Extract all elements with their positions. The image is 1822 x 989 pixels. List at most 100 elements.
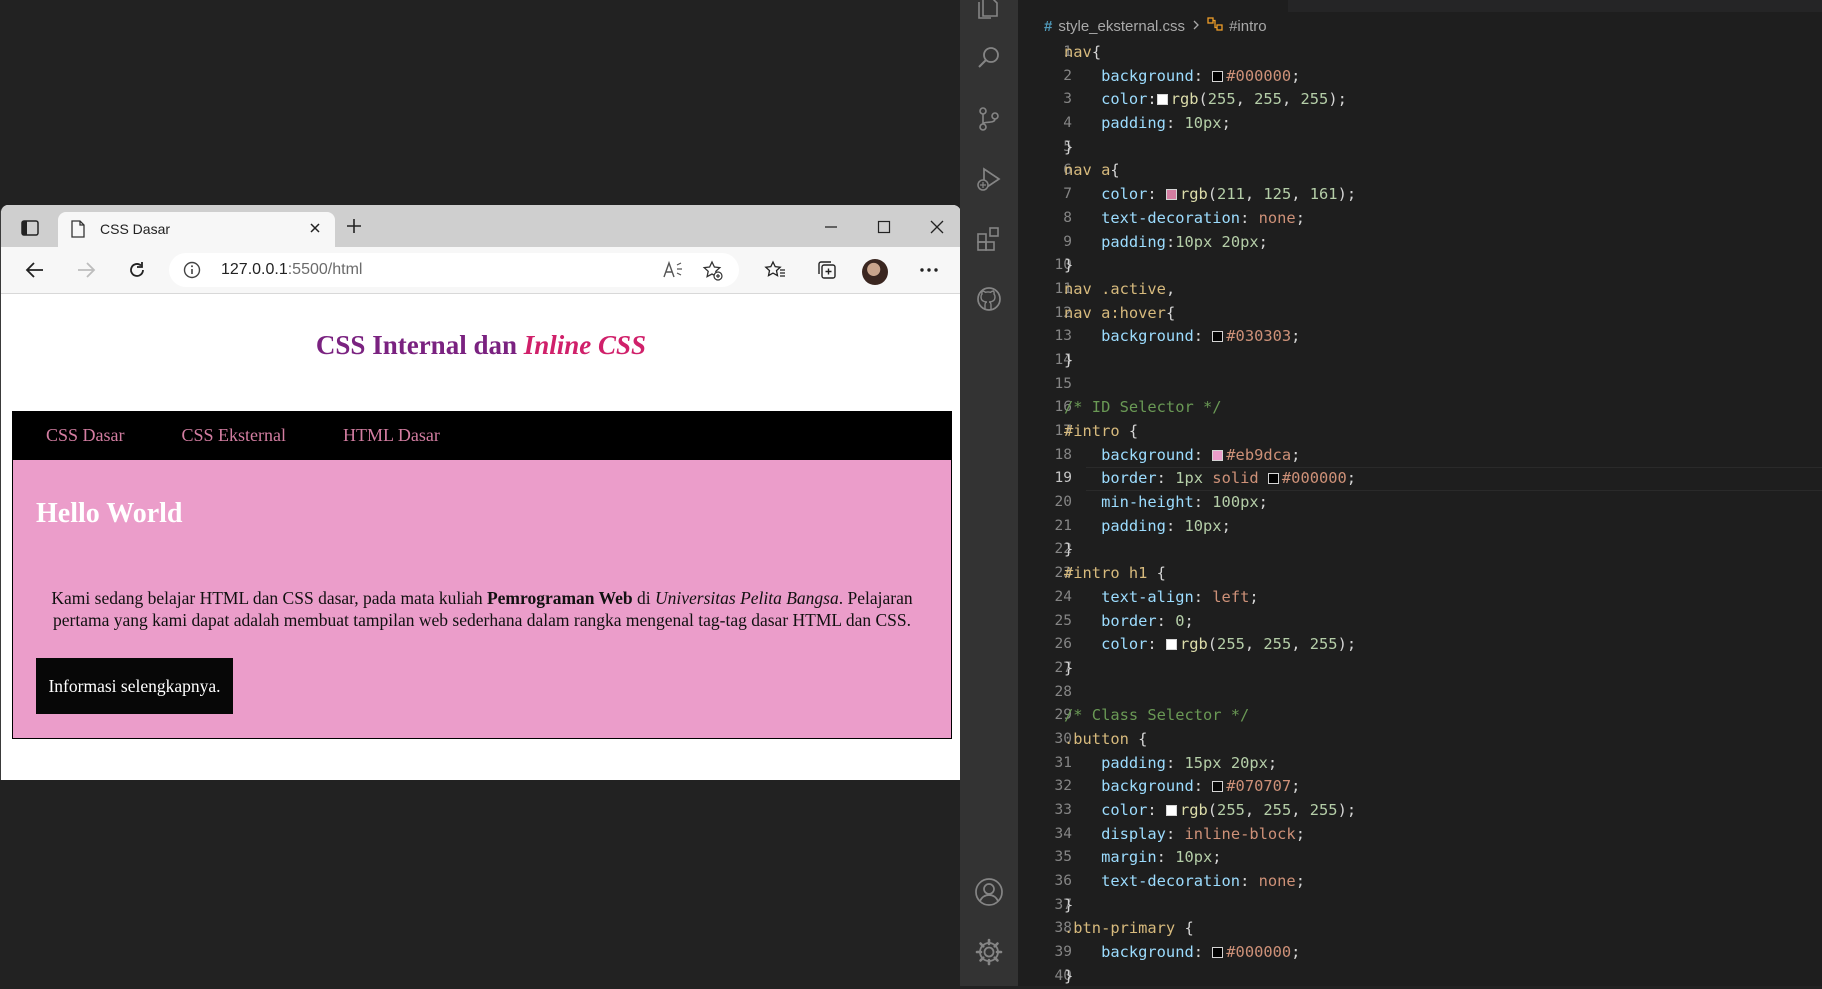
line-text: padding: 15px 20px; bbox=[1064, 752, 1277, 776]
maximize-icon[interactable] bbox=[869, 215, 899, 239]
code-line[interactable]: 1 nav{ bbox=[1018, 41, 1822, 65]
code-line[interactable]: 33 color: rgb(255, 255, 255); bbox=[1018, 799, 1822, 823]
code-token: ); bbox=[1328, 90, 1347, 109]
code-line[interactable]: 18 background: #eb9dca; bbox=[1018, 444, 1822, 468]
heading-text: CSS Internal dan bbox=[315, 330, 524, 360]
refresh-icon[interactable] bbox=[123, 257, 151, 283]
code-line[interactable]: 25 border: 0; bbox=[1018, 610, 1822, 634]
info-icon[interactable] bbox=[183, 261, 201, 283]
forward-icon[interactable] bbox=[72, 257, 100, 283]
favorites-icon[interactable] bbox=[761, 257, 789, 283]
code-line[interactable]: 19 border: 1px solid #000000; bbox=[1018, 467, 1822, 492]
code-line[interactable]: 30 .button { bbox=[1018, 728, 1822, 752]
code-token: #070707 bbox=[1226, 777, 1292, 796]
symbol-icon bbox=[1207, 16, 1223, 36]
run-debug-icon[interactable] bbox=[971, 161, 1007, 197]
color-swatch[interactable] bbox=[1165, 639, 1177, 651]
code-line[interactable]: 7 color: rgb(211, 125, 161); bbox=[1018, 183, 1822, 207]
code-token: #000000 bbox=[1281, 469, 1347, 488]
new-tab-icon[interactable] bbox=[345, 217, 363, 239]
code-line[interactable]: 34 display: inline-block; bbox=[1018, 823, 1822, 847]
code-line[interactable]: 23 #intro h1 { bbox=[1018, 562, 1822, 586]
code-line[interactable]: 21 padding: 10px; bbox=[1018, 515, 1822, 539]
line-text: #intro h1 { bbox=[1064, 562, 1166, 586]
code-line[interactable]: 38 .btn-primary { bbox=[1018, 917, 1822, 941]
code-line[interactable]: 28 bbox=[1018, 681, 1822, 705]
minimize-icon[interactable] bbox=[816, 215, 846, 239]
code-line[interactable]: 14} bbox=[1018, 349, 1822, 373]
collections-icon[interactable] bbox=[813, 257, 841, 283]
color-swatch[interactable] bbox=[1212, 947, 1224, 959]
breadcrumb-file[interactable]: style_eksternal.css bbox=[1058, 18, 1185, 35]
code-line[interactable]: 13 background: #030303; bbox=[1018, 325, 1822, 349]
code-line[interactable]: 15 bbox=[1018, 373, 1822, 397]
code-line[interactable]: 36 text-decoration: none; bbox=[1018, 870, 1822, 894]
code-line[interactable]: 5} bbox=[1018, 136, 1822, 160]
code-token: } bbox=[1064, 658, 1074, 677]
code-line[interactable]: 16/* ID Selector */ bbox=[1018, 396, 1822, 420]
code-line[interactable]: 31 padding: 15px 20px; bbox=[1018, 752, 1822, 776]
source-control-icon[interactable] bbox=[971, 101, 1007, 137]
read-aloud-icon[interactable] bbox=[662, 260, 684, 284]
line-text: background: #000000; bbox=[1064, 941, 1300, 965]
settings-gear-icon[interactable] bbox=[971, 934, 1007, 970]
active-editor-tab[interactable] bbox=[1018, 0, 1288, 12]
code-line[interactable]: 32 background: #070707; bbox=[1018, 775, 1822, 799]
code-token: } bbox=[1064, 256, 1074, 275]
github-icon[interactable] bbox=[971, 281, 1007, 317]
code-line[interactable]: 24 text-align: left; bbox=[1018, 586, 1822, 610]
code-line[interactable]: 2 background: #000000; bbox=[1018, 65, 1822, 89]
color-swatch[interactable] bbox=[1212, 781, 1224, 793]
color-swatch[interactable] bbox=[1212, 70, 1224, 82]
nav-link-css-dasar[interactable]: CSS Dasar bbox=[23, 425, 148, 446]
code-line[interactable]: 10} bbox=[1018, 254, 1822, 278]
code-line[interactable]: 8 text-decoration: none; bbox=[1018, 207, 1822, 231]
more-options-icon[interactable] bbox=[915, 257, 943, 283]
code-line[interactable]: 9 padding:10px 20px; bbox=[1018, 231, 1822, 255]
profile-avatar[interactable] bbox=[862, 259, 888, 285]
code-token: border bbox=[1064, 611, 1157, 630]
tab-actions-icon[interactable] bbox=[15, 215, 45, 241]
code-line[interactable]: 12 nav a:hover{ bbox=[1018, 302, 1822, 326]
explorer-icon[interactable] bbox=[971, 0, 1007, 26]
code-line[interactable]: 20 min-height: 100px; bbox=[1018, 491, 1822, 515]
code-line[interactable]: 29/* Class Selector */ bbox=[1018, 704, 1822, 728]
tab-close-icon[interactable] bbox=[307, 220, 323, 240]
color-swatch[interactable] bbox=[1212, 331, 1224, 343]
tab-css-dasar[interactable]: CSS Dasar bbox=[58, 212, 335, 247]
color-swatch[interactable] bbox=[1165, 805, 1177, 816]
extensions-icon[interactable] bbox=[971, 221, 1007, 257]
color-swatch[interactable] bbox=[1156, 94, 1168, 106]
code-token: ( bbox=[1207, 185, 1218, 204]
account-icon[interactable] bbox=[971, 874, 1007, 910]
vscode-window: # style_eksternal.css #intro 1 nav{2 back… bbox=[960, 0, 1822, 986]
back-icon[interactable] bbox=[21, 257, 49, 283]
code-token: 255 bbox=[1217, 635, 1245, 654]
code-line[interactable]: 6 nav a{ bbox=[1018, 159, 1822, 183]
code-editor[interactable]: 1 nav{2 background: #000000; 3 color: rgb(2… bbox=[1018, 41, 1822, 989]
code-line[interactable]: 39 background: #000000; bbox=[1018, 941, 1822, 965]
code-token: color bbox=[1064, 185, 1148, 204]
code-line[interactable]: 26 color: rgb(255, 255, 255); bbox=[1018, 633, 1822, 657]
color-swatch[interactable] bbox=[1267, 473, 1279, 485]
search-icon[interactable] bbox=[971, 40, 1007, 76]
close-window-icon[interactable] bbox=[922, 215, 952, 239]
color-swatch[interactable] bbox=[1212, 449, 1224, 461]
more-info-button[interactable]: Informasi selengkapnya. bbox=[36, 658, 233, 714]
breadcrumb-symbol[interactable]: #intro bbox=[1229, 18, 1267, 35]
code-line[interactable]: 4 padding: 10px; bbox=[1018, 112, 1822, 136]
address-bar[interactable]: 127.0.0.1:5500/html bbox=[169, 253, 739, 287]
code-line[interactable]: 27} bbox=[1018, 657, 1822, 681]
code-line[interactable]: 35 margin: 10px; bbox=[1018, 846, 1822, 870]
code-line[interactable]: 40} bbox=[1018, 965, 1822, 989]
color-swatch[interactable] bbox=[1165, 189, 1177, 201]
nav-link-html-dasar[interactable]: HTML Dasar bbox=[320, 425, 463, 446]
code-line[interactable]: 37} bbox=[1018, 894, 1822, 918]
code-line[interactable]: 11 nav .active, bbox=[1018, 278, 1822, 302]
code-line[interactable]: 3 color: rgb(255, 255, 255); bbox=[1018, 88, 1822, 112]
nav-link-css-eksternal[interactable]: CSS Eksternal bbox=[159, 425, 310, 446]
add-favorite-icon[interactable] bbox=[702, 260, 724, 286]
code-line[interactable]: 17 #intro { bbox=[1018, 420, 1822, 444]
code-line[interactable]: 22} bbox=[1018, 538, 1822, 562]
code-token: nav .active bbox=[1064, 279, 1166, 298]
